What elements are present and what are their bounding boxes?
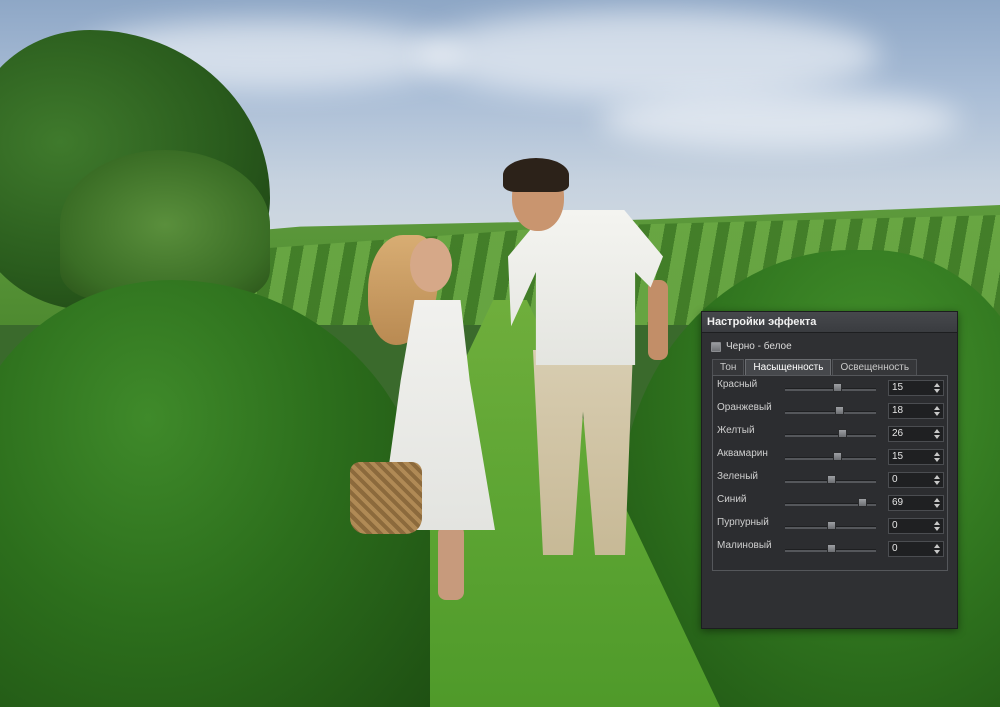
panel-title[interactable]: Настройки эффекта: [702, 312, 957, 333]
slider-row-purple: Пурпурный 0: [713, 516, 947, 534]
slider-row-crimson: Малиновый 0: [713, 539, 947, 557]
tab-lightness[interactable]: Освещенность: [832, 359, 918, 375]
slider-track[interactable]: [785, 411, 876, 414]
slider-label: Малиновый: [717, 540, 772, 551]
man-hair: [503, 158, 569, 192]
spin-value[interactable]: 0: [892, 474, 898, 485]
slider-label: Зеленый: [717, 471, 758, 482]
slider-label: Аквамарин: [717, 448, 768, 459]
slider-thumb[interactable]: [834, 406, 844, 415]
black-white-toggle[interactable]: Черно - белое: [711, 340, 792, 353]
spin-arrows[interactable]: [932, 404, 942, 418]
slider-thumb[interactable]: [838, 429, 848, 438]
arrow-down-icon[interactable]: [934, 481, 940, 485]
arrow-up-icon[interactable]: [934, 383, 940, 387]
slider-label: Оранжевый: [717, 402, 772, 413]
slider-row-blue: Синий 69: [713, 493, 947, 511]
spin-arrows[interactable]: [932, 542, 942, 556]
spin-value[interactable]: 0: [892, 543, 898, 554]
arrow-up-icon[interactable]: [934, 475, 940, 479]
cloud: [420, 10, 880, 100]
arrow-up-icon[interactable]: [934, 452, 940, 456]
arrow-down-icon[interactable]: [934, 435, 940, 439]
cloud: [600, 90, 960, 150]
value-spinbox[interactable]: 0: [888, 541, 944, 557]
slider-track[interactable]: [785, 434, 876, 437]
spin-value[interactable]: 15: [892, 382, 903, 393]
slider-thumb[interactable]: [826, 544, 836, 553]
spin-arrows[interactable]: [932, 381, 942, 395]
spin-arrows[interactable]: [932, 496, 942, 510]
tab-tone[interactable]: Тон: [712, 359, 745, 375]
slider-row-green: Зеленый 0: [713, 470, 947, 488]
slider-label: Красный: [717, 379, 758, 390]
spin-value[interactable]: 0: [892, 520, 898, 531]
value-spinbox[interactable]: 15: [888, 449, 944, 465]
value-spinbox[interactable]: 0: [888, 472, 944, 488]
slider-label: Желтый: [717, 425, 755, 436]
arrow-up-icon[interactable]: [934, 498, 940, 502]
slider-row-orange: Оранжевый 18: [713, 401, 947, 419]
arrow-down-icon[interactable]: [934, 550, 940, 554]
spin-value[interactable]: 26: [892, 428, 903, 439]
slider-track[interactable]: [785, 457, 876, 460]
arrow-down-icon[interactable]: [934, 458, 940, 462]
woman-legs: [438, 525, 464, 600]
saturation-tab-panel: Красный 15 Оранжевый 18 Желтый 26 Аквама…: [712, 375, 948, 571]
arrow-up-icon[interactable]: [934, 544, 940, 548]
basket: [350, 462, 422, 534]
spin-value[interactable]: 15: [892, 451, 903, 462]
arrow-down-icon[interactable]: [934, 389, 940, 393]
arrow-down-icon[interactable]: [934, 504, 940, 508]
spin-arrows[interactable]: [932, 450, 942, 464]
slider-thumb[interactable]: [826, 475, 836, 484]
slider-label: Пурпурный: [717, 517, 769, 528]
slider-thumb[interactable]: [826, 521, 836, 530]
spin-arrows[interactable]: [932, 473, 942, 487]
value-spinbox[interactable]: 26: [888, 426, 944, 442]
slider-thumb[interactable]: [832, 452, 842, 461]
value-spinbox[interactable]: 0: [888, 518, 944, 534]
effect-settings-panel: Настройки эффекта Черно - белое Тон Насы…: [701, 311, 958, 629]
spin-value[interactable]: 69: [892, 497, 903, 508]
slider-row-red: Красный 15: [713, 378, 947, 396]
spin-arrows[interactable]: [932, 519, 942, 533]
value-spinbox[interactable]: 69: [888, 495, 944, 511]
tab-saturation[interactable]: Насыщенность: [745, 359, 832, 376]
arrow-up-icon[interactable]: [934, 429, 940, 433]
tree: [60, 150, 270, 300]
arrow-up-icon[interactable]: [934, 521, 940, 525]
black-white-checkbox[interactable]: [711, 341, 721, 352]
arrow-down-icon[interactable]: [934, 527, 940, 531]
slider-thumb[interactable]: [832, 383, 842, 392]
slider-row-aquamarine: Аквамарин 15: [713, 447, 947, 465]
value-spinbox[interactable]: 15: [888, 380, 944, 396]
man-arm: [648, 280, 668, 360]
arrow-down-icon[interactable]: [934, 412, 940, 416]
slider-track[interactable]: [785, 388, 876, 391]
spin-arrows[interactable]: [932, 427, 942, 441]
effect-tabs: Тон Насыщенность Освещенность: [712, 359, 918, 376]
spin-value[interactable]: 18: [892, 405, 903, 416]
black-white-label: Черно - белое: [726, 341, 792, 352]
slider-row-yellow: Желтый 26: [713, 424, 947, 442]
woman-head: [410, 238, 452, 292]
slider-label: Синий: [717, 494, 747, 505]
arrow-up-icon[interactable]: [934, 406, 940, 410]
value-spinbox[interactable]: 18: [888, 403, 944, 419]
slider-thumb[interactable]: [858, 498, 868, 507]
